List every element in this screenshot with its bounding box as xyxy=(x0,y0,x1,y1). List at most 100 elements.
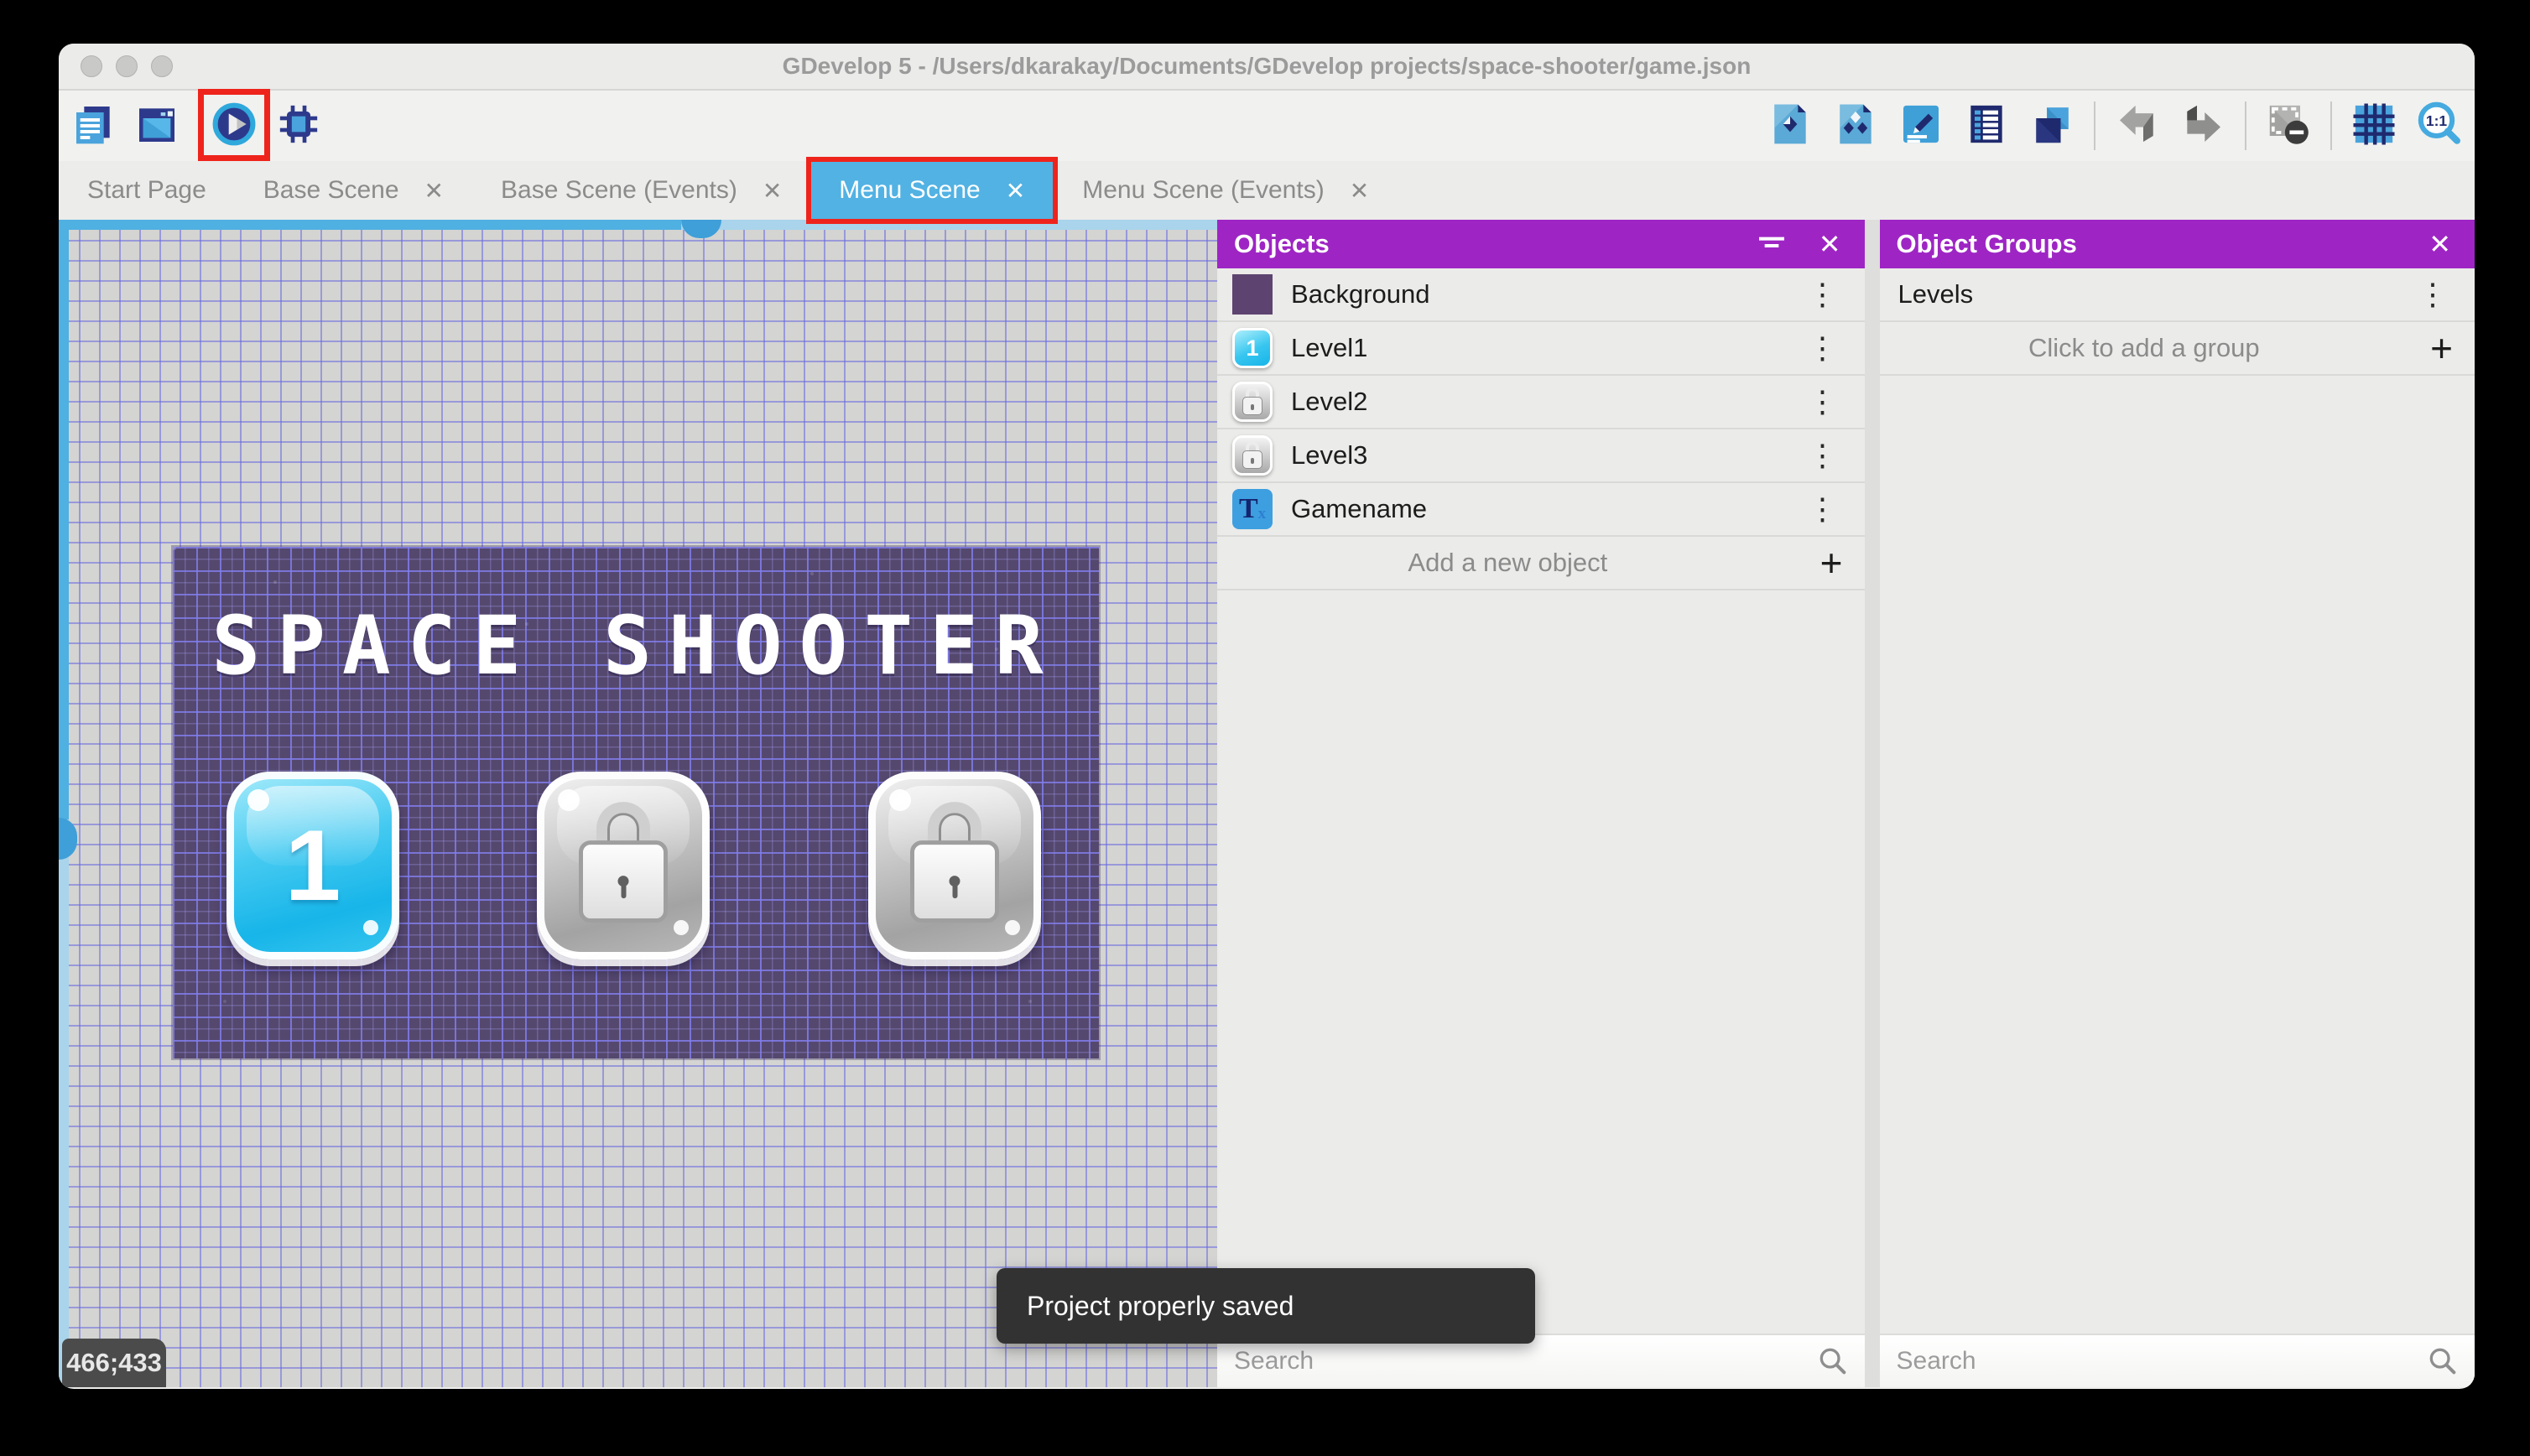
screen: GDevelop 5 - /Users/dkarakay/Documents/G… xyxy=(0,0,2530,1456)
lock-icon xyxy=(577,802,669,924)
object-groups-panel: Object Groups ✕ Levels ⋮ Click to add a … xyxy=(1880,220,2475,1387)
object-groups-panel-title: Object Groups xyxy=(1897,229,2401,259)
svg-text:1:1: 1:1 xyxy=(2426,112,2448,128)
editor-toolbar-right: 1:1 xyxy=(1767,102,2463,149)
close-icon[interactable]: ✕ xyxy=(1350,177,1369,205)
background-stars xyxy=(173,547,176,550)
editor-tabs: Start Page Base Scene ✕ Base Scene (Even… xyxy=(59,161,2475,220)
toolbar-separator xyxy=(2094,101,2095,150)
vertical-scrollbar-thumb[interactable] xyxy=(59,818,77,860)
locked-button-thumbnail xyxy=(1232,382,1273,422)
add-group-button[interactable]: Click to add a group + xyxy=(1880,322,2475,376)
object-row-level1[interactable]: 1 Level1 ⋮ xyxy=(1217,322,1864,376)
content-row: SPACE SHOOTER 1 xyxy=(59,220,2475,1387)
cursor-coordinates: 466;433 xyxy=(62,1339,166,1387)
vertical-scrollbar[interactable] xyxy=(59,220,69,1387)
menu-scene-background-instance[interactable]: SPACE SHOOTER 1 xyxy=(173,547,1099,1058)
objects-panel: Objects ✕ Background ⋮ xyxy=(1217,220,1864,1387)
instances-list-icon xyxy=(1963,101,2010,152)
search-icon[interactable] xyxy=(2426,1344,2460,1378)
tab-base-scene-events[interactable]: Base Scene (Events) ✕ xyxy=(472,161,810,220)
toggle-mask-button[interactable] xyxy=(2265,102,2312,149)
properties-pencil-icon xyxy=(1898,101,1944,152)
window-controls xyxy=(81,55,173,77)
zoom-original-button[interactable]: 1:1 xyxy=(2416,102,2463,149)
kebab-menu-icon[interactable]: ⋮ xyxy=(1796,494,1850,524)
debug-button[interactable] xyxy=(275,102,322,149)
groups-search-bar xyxy=(1880,1334,2475,1387)
locked-button-thumbnail xyxy=(1232,435,1273,476)
gdevelop-window: GDevelop 5 - /Users/dkarakay/Documents/G… xyxy=(59,44,2475,1389)
object-row-background[interactable]: Background ⋮ xyxy=(1217,268,1864,322)
horizontal-scrollbar[interactable] xyxy=(59,220,1217,230)
filter-icon[interactable] xyxy=(1753,226,1790,263)
minimize-window-button[interactable] xyxy=(116,55,138,77)
search-icon[interactable] xyxy=(1816,1344,1850,1378)
tab-menu-scene-events[interactable]: Menu Scene (Events) ✕ xyxy=(1054,161,1398,220)
objects-search-input[interactable] xyxy=(1232,1346,1815,1376)
tab-base-scene[interactable]: Base Scene ✕ xyxy=(235,161,472,220)
close-icon[interactable]: ✕ xyxy=(1812,228,1848,260)
horizontal-scrollbar-thumb[interactable] xyxy=(681,220,721,238)
open-properties-button[interactable] xyxy=(1898,102,1944,149)
objects-panel-title: Objects xyxy=(1234,229,1735,259)
redo-button[interactable] xyxy=(2179,102,2226,149)
close-icon[interactable]: ✕ xyxy=(763,177,782,205)
kebab-menu-icon[interactable]: ⋮ xyxy=(2406,279,2460,309)
level2-button-instance[interactable] xyxy=(537,772,710,959)
object-row-level3[interactable]: Level3 ⋮ xyxy=(1217,429,1864,483)
text-object-thumbnail: Tx xyxy=(1232,489,1273,529)
object-row-gamename[interactable]: Tx Gamename ⋮ xyxy=(1217,483,1864,537)
project-manager-button[interactable] xyxy=(70,102,117,149)
close-icon[interactable]: ✕ xyxy=(2422,228,2458,260)
object-row-level2[interactable]: Level2 ⋮ xyxy=(1217,376,1864,429)
groups-search-input[interactable] xyxy=(1895,1346,2427,1376)
scene-editor-button[interactable] xyxy=(133,102,180,149)
kebab-menu-icon[interactable]: ⋮ xyxy=(1796,387,1850,417)
layers-icon xyxy=(2028,101,2075,152)
bug-icon xyxy=(275,101,322,152)
plus-icon[interactable]: + xyxy=(1799,543,1865,582)
save-toast: Project properly saved xyxy=(997,1268,1535,1344)
tab-menu-scene[interactable]: Menu Scene ✕ xyxy=(810,161,1054,220)
lock-icon xyxy=(908,802,1001,924)
open-object-groups-editor-button[interactable] xyxy=(1832,102,1879,149)
title-bar: GDevelop 5 - /Users/dkarakay/Documents/G… xyxy=(59,44,2475,91)
open-objects-editor-button[interactable] xyxy=(1767,102,1814,149)
open-layers-editor-button[interactable] xyxy=(2028,102,2075,149)
kebab-menu-icon[interactable]: ⋮ xyxy=(1796,333,1850,363)
background-thumbnail xyxy=(1232,274,1273,315)
close-icon[interactable]: ✕ xyxy=(424,177,444,205)
level1-button-thumbnail: 1 xyxy=(1232,328,1273,368)
mask-icon xyxy=(2265,101,2312,152)
close-window-button[interactable] xyxy=(81,55,102,77)
undo-button[interactable] xyxy=(2114,102,2161,149)
play-icon xyxy=(211,101,258,152)
close-icon[interactable]: ✕ xyxy=(1006,177,1025,205)
window-icon xyxy=(133,101,180,152)
level3-button-instance[interactable] xyxy=(868,772,1041,959)
toolbar-separator xyxy=(2330,101,2332,150)
add-object-button[interactable]: Add a new object + xyxy=(1217,537,1864,590)
toast-message: Project properly saved xyxy=(1027,1291,1294,1322)
object-groups-panel-header: Object Groups ✕ xyxy=(1880,220,2475,268)
undo-arrow-icon xyxy=(2114,101,2161,152)
scene-canvas[interactable]: SPACE SHOOTER 1 xyxy=(59,220,1217,1387)
kebab-menu-icon[interactable]: ⋮ xyxy=(1796,279,1850,309)
window-title: GDevelop 5 - /Users/dkarakay/Documents/G… xyxy=(783,53,1752,80)
redo-arrow-icon xyxy=(2179,101,2226,152)
maximize-window-button[interactable] xyxy=(151,55,173,77)
panel-divider[interactable] xyxy=(1865,220,1880,1387)
open-instances-list-button[interactable] xyxy=(1963,102,2010,149)
gamename-text-instance[interactable]: SPACE SHOOTER xyxy=(173,599,1099,693)
zoom-1-1-icon: 1:1 xyxy=(2416,101,2463,152)
play-button[interactable] xyxy=(211,102,258,149)
toolbar-separator xyxy=(2245,101,2246,150)
project-manager-icon xyxy=(70,101,117,152)
plus-icon[interactable]: + xyxy=(2408,329,2475,367)
level1-button-instance[interactable]: 1 xyxy=(226,772,399,959)
toggle-grid-button[interactable] xyxy=(2350,102,2397,149)
kebab-menu-icon[interactable]: ⋮ xyxy=(1796,440,1850,471)
group-row-levels[interactable]: Levels ⋮ xyxy=(1880,268,2475,322)
tab-start-page[interactable]: Start Page xyxy=(59,161,235,220)
